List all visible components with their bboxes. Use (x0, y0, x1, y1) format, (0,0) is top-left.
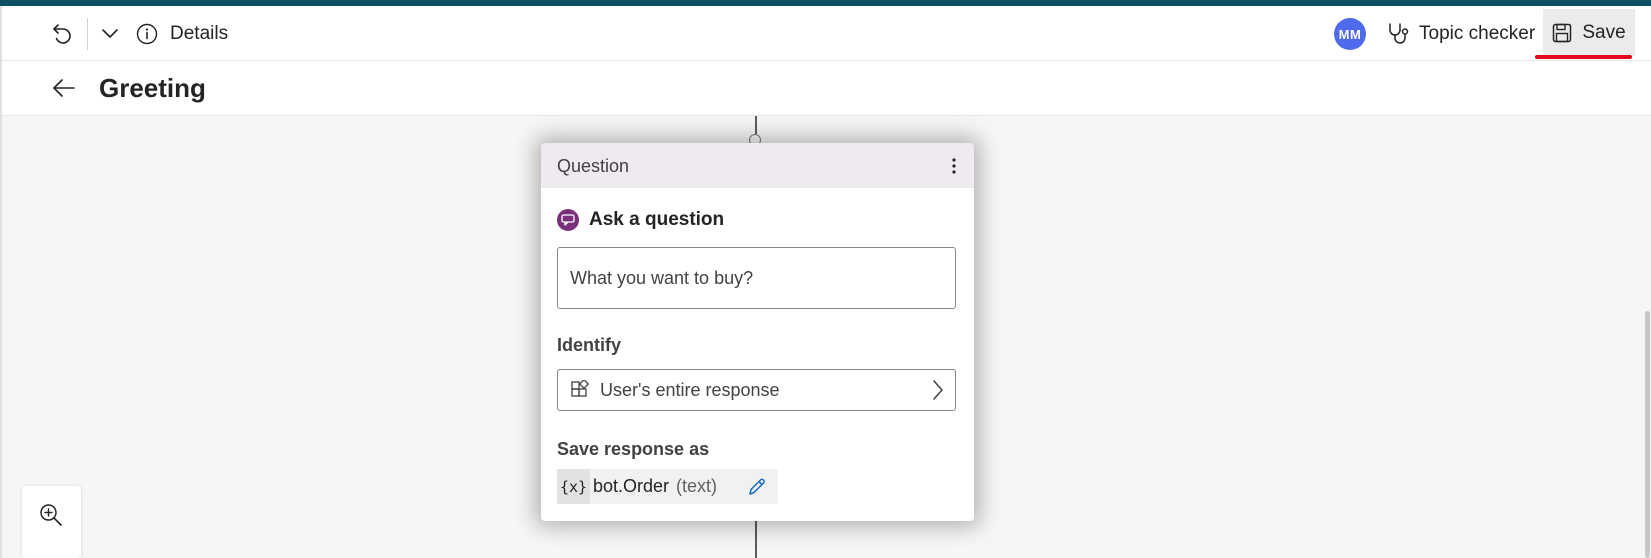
zoom-controls (22, 486, 81, 558)
variable-name: bot.Order (593, 476, 670, 496)
zoom-in-button[interactable] (37, 501, 65, 529)
stethoscope-icon (1389, 23, 1409, 44)
canvas-scrollbar-thumb[interactable] (1645, 311, 1650, 558)
save-button[interactable]: Save (1543, 9, 1635, 56)
topic-checker-label: Topic checker (1419, 23, 1536, 44)
chevron-right-icon (933, 380, 943, 400)
entity-icon (569, 379, 591, 401)
topic-title-bar: Greeting (2, 61, 1651, 116)
save-label: Save (1582, 21, 1626, 43)
save-response-label: Save response as (557, 439, 710, 459)
more-vertical-icon (952, 158, 956, 174)
identify-label: Identify (557, 335, 622, 355)
question-node-title: Question (557, 156, 630, 176)
page-title: Greeting (99, 73, 206, 103)
toolbar-separator (87, 18, 88, 50)
zoom-in-icon (40, 504, 62, 526)
undo-icon (53, 24, 71, 44)
more-options-button[interactable] (942, 151, 966, 181)
flow-connector-bottom (755, 521, 757, 558)
topic-checker-button[interactable]: Topic checker (1387, 18, 1535, 50)
identify-selector[interactable]: User's entire response (557, 369, 956, 411)
question-node-header: Question (541, 143, 974, 188)
variable-type: (text) (676, 476, 718, 496)
pencil-icon (749, 478, 765, 495)
details-button[interactable]: Details (136, 18, 228, 50)
details-label: Details (170, 23, 229, 44)
info-icon (136, 23, 158, 45)
flow-connector-top (755, 116, 757, 134)
variable-chip[interactable]: {x} bot.Order (text) (557, 469, 778, 504)
save-icon (1553, 23, 1572, 42)
undo-button[interactable] (45, 18, 81, 50)
ask-question-heading: Ask a question (557, 209, 724, 231)
identify-value: User's entire response (600, 379, 780, 400)
edit-variable-button[interactable] (746, 476, 768, 498)
ask-question-label: Ask a question (589, 209, 725, 230)
back-button[interactable] (47, 71, 81, 105)
variable-badge: {x} (557, 469, 590, 504)
avatar[interactable]: MM (1334, 18, 1366, 50)
chat-bubble-icon (557, 209, 579, 231)
question-text-input[interactable]: What you want to buy? (557, 247, 956, 309)
question-node-card[interactable]: Question Ask a question What you want to… (541, 143, 974, 521)
arrow-left-icon (53, 79, 75, 97)
chevron-down-icon (102, 29, 118, 38)
command-toolbar: Details MM Topic checker Save (2, 6, 1651, 61)
undo-options-button[interactable] (94, 18, 126, 50)
save-highlight-underline (1535, 55, 1632, 59)
